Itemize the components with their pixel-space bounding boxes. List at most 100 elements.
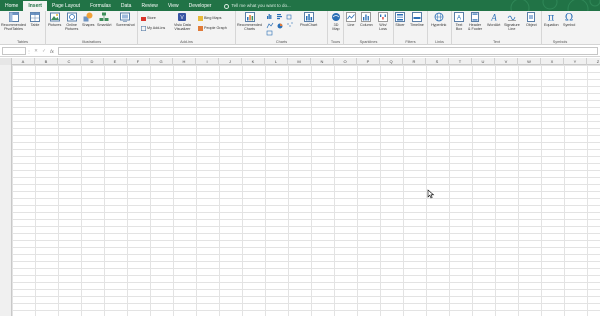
group-links: Hyperlink Links bbox=[428, 11, 452, 45]
equation-icon: π bbox=[548, 13, 555, 23]
column-header-d[interactable]: D bbox=[81, 58, 104, 65]
group-text: A Text Box Header & Footer A WordArt Sig… bbox=[452, 11, 542, 45]
column-header-n[interactable]: N bbox=[311, 58, 334, 65]
table-button[interactable]: Table bbox=[30, 12, 40, 27]
object-button[interactable]: Object bbox=[526, 12, 537, 27]
ribbon-insert: Recommended PivotTables Table Tables Pic… bbox=[0, 11, 600, 45]
screenshot-label: Screenshot bbox=[116, 23, 135, 27]
enter-entry-button[interactable]: ✓ bbox=[40, 48, 48, 54]
sparkline-winloss-label: Win/ Loss bbox=[379, 23, 387, 31]
text-box-button[interactable]: A Text Box bbox=[454, 12, 464, 31]
column-header-f[interactable]: F bbox=[127, 58, 150, 65]
column-header-y[interactable]: Y bbox=[564, 58, 587, 65]
screenshot-icon bbox=[120, 12, 131, 22]
timeline-button[interactable]: Timeline bbox=[410, 12, 424, 27]
people-graph-button[interactable]: People Graph bbox=[198, 25, 227, 31]
tell-me-search[interactable]: Tell me what you want to do... bbox=[224, 1, 291, 11]
recommended-pivottables-label: Recommended PivotTables bbox=[1, 23, 27, 31]
pictures-button[interactable]: Pictures bbox=[48, 12, 61, 27]
header-footer-button[interactable]: Header & Footer bbox=[468, 12, 482, 31]
bing-maps-button[interactable]: Bing Maps bbox=[198, 15, 221, 21]
insert-function-button[interactable]: fx bbox=[48, 49, 56, 54]
smartart-icon bbox=[99, 12, 109, 21]
column-header-x[interactable]: X bbox=[541, 58, 564, 65]
column-header-e[interactable]: E bbox=[104, 58, 127, 65]
column-header-j[interactable]: J bbox=[219, 58, 242, 65]
visio-icon: V bbox=[178, 13, 187, 21]
group-label-sparklines: Sparklines bbox=[359, 40, 378, 44]
symbol-button[interactable]: Ω Symbol bbox=[563, 12, 575, 28]
sparkline-column-button[interactable]: Column bbox=[360, 12, 373, 27]
screenshot-button[interactable]: Screenshot bbox=[116, 12, 135, 27]
tab-view[interactable]: View bbox=[163, 1, 184, 11]
row-headers[interactable] bbox=[0, 65, 12, 316]
column-header-z[interactable]: Z bbox=[587, 58, 600, 65]
group-label-charts: Charts bbox=[275, 40, 288, 44]
column-header-k[interactable]: K bbox=[242, 58, 265, 65]
tab-review[interactable]: Review bbox=[136, 1, 162, 11]
cancel-entry-button[interactable]: ✕ bbox=[32, 48, 40, 54]
shapes-button[interactable]: Shapes bbox=[82, 12, 95, 27]
column-header-b[interactable]: B bbox=[35, 58, 58, 65]
column-header-c[interactable]: C bbox=[58, 58, 81, 65]
tab-formulas[interactable]: Formulas bbox=[85, 1, 116, 11]
smartart-button[interactable]: SmartArt bbox=[97, 12, 112, 27]
column-header-h[interactable]: H bbox=[173, 58, 196, 65]
column-header-q[interactable]: Q bbox=[380, 58, 403, 65]
signature-line-label: Signature Line bbox=[504, 23, 520, 31]
group-illustrations: Pictures Online Pictures Shapes SmartArt… bbox=[46, 11, 138, 45]
tab-home[interactable]: Home bbox=[0, 1, 23, 11]
column-header-p[interactable]: P bbox=[357, 58, 380, 65]
recommended-charts-button[interactable]: Recommended Charts bbox=[237, 12, 262, 31]
svg-text:Ω: Ω bbox=[565, 13, 573, 23]
column-header-m[interactable]: M bbox=[288, 58, 311, 65]
sparkline-winloss-button[interactable]: Win/ Loss bbox=[378, 12, 388, 31]
recommended-charts-label: Recommended Charts bbox=[237, 23, 263, 31]
pivotchart-button[interactable]: PivotChart bbox=[300, 12, 317, 27]
tab-data[interactable]: Data bbox=[116, 1, 137, 11]
column-header-s[interactable]: S bbox=[426, 58, 449, 65]
column-header-a[interactable]: A bbox=[12, 58, 35, 65]
select-all-corner[interactable] bbox=[0, 58, 12, 65]
shapes-icon bbox=[83, 12, 93, 22]
name-box[interactable] bbox=[2, 47, 26, 55]
visio-data-visualizer-button[interactable]: V Visio Data Visualizer bbox=[174, 12, 191, 31]
store-button[interactable]: Store bbox=[141, 15, 156, 21]
column-header-v[interactable]: V bbox=[495, 58, 518, 65]
chart-type-buttons-icon[interactable] bbox=[266, 13, 298, 37]
formula-input[interactable] bbox=[58, 47, 598, 55]
my-addins-button[interactable]: My Add-ins bbox=[141, 25, 165, 31]
wordart-button[interactable]: A WordArt bbox=[487, 12, 500, 28]
sparkline-line-label: Line bbox=[347, 23, 355, 27]
column-header-o[interactable]: O bbox=[334, 58, 357, 65]
formula-bar: ⋮ ✕ ✓ fx bbox=[0, 46, 600, 57]
recommended-charts-icon bbox=[244, 12, 255, 22]
bing-maps-label: Bing Maps bbox=[204, 16, 222, 20]
hyperlink-button[interactable]: Hyperlink bbox=[431, 12, 446, 27]
tab-page-layout[interactable]: Page Layout bbox=[47, 1, 85, 11]
column-header-g[interactable]: G bbox=[150, 58, 173, 65]
slicer-button[interactable]: Slicer bbox=[395, 12, 405, 27]
recommended-pivottables-button[interactable]: Recommended PivotTables bbox=[1, 12, 26, 31]
bing-maps-icon bbox=[198, 15, 203, 21]
worksheet-grid[interactable]: ABCDEFGHIJKLMNOPQRSTUVWXYZAA bbox=[0, 58, 600, 316]
column-header-w[interactable]: W bbox=[518, 58, 541, 65]
3d-map-button[interactable]: 3D Map bbox=[331, 12, 341, 31]
excel-window: Home Insert Page Layout Formulas Data Re… bbox=[0, 0, 600, 316]
group-label-addins: Add-ins bbox=[180, 40, 193, 44]
column-header-i[interactable]: I bbox=[196, 58, 219, 65]
signature-line-button[interactable]: Signature Line bbox=[504, 12, 520, 31]
cell-area[interactable] bbox=[12, 65, 600, 316]
tab-developer[interactable]: Developer bbox=[184, 1, 217, 11]
sparkline-line-button[interactable]: Line bbox=[346, 12, 356, 27]
column-header-u[interactable]: U bbox=[472, 58, 495, 65]
object-label: Object bbox=[526, 23, 537, 27]
store-icon bbox=[141, 16, 146, 21]
equation-button[interactable]: π Equation bbox=[544, 12, 559, 28]
column-header-r[interactable]: R bbox=[403, 58, 426, 65]
tab-insert[interactable]: Insert bbox=[23, 1, 47, 11]
column-header-l[interactable]: L bbox=[265, 58, 288, 65]
online-pictures-button[interactable]: Online Pictures bbox=[65, 12, 78, 31]
header-footer-label: Header & Footer bbox=[468, 23, 483, 31]
column-header-t[interactable]: T bbox=[449, 58, 472, 65]
